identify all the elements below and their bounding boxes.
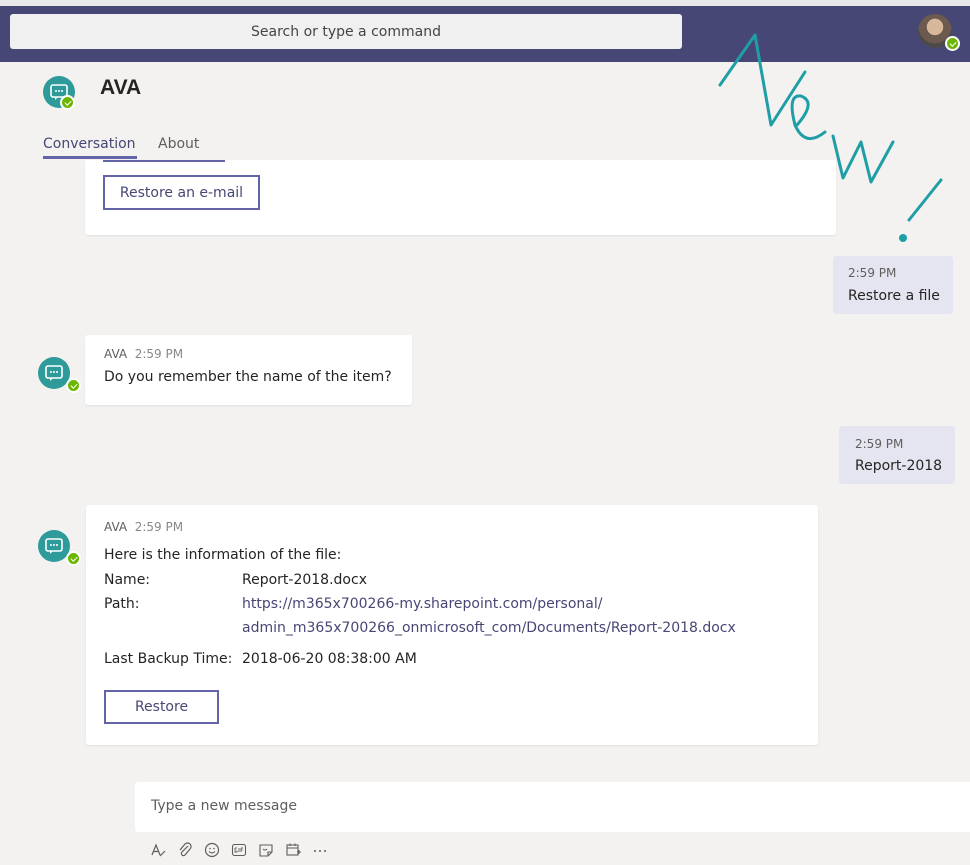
gif-icon[interactable] (231, 841, 247, 859)
meeting-icon[interactable] (285, 841, 301, 859)
search-placeholder: Search or type a command (251, 23, 441, 40)
sent-message: 2:59 PM Restore a file (833, 256, 953, 314)
compose-toolbar (150, 838, 328, 862)
last-backup-value: 2018-06-20 08:38:00 AM (242, 651, 417, 667)
bot-chat-icon (45, 365, 63, 381)
presence-available-icon (945, 36, 960, 51)
bot-chat-icon (45, 538, 63, 554)
message-timestamp: 2:59 PM (134, 347, 184, 361)
last-backup-label: Last Backup Time: (104, 651, 233, 667)
emoji-icon[interactable] (204, 841, 220, 859)
file-info-card: AVA 2:59 PM Here is the information of t… (86, 505, 818, 745)
message-timestamp: 2:59 PM (134, 520, 184, 534)
message-text: Restore a file (848, 288, 940, 304)
message-text: Report-2018 (855, 458, 943, 474)
sent-message: 2:59 PM Report-2018 (839, 426, 955, 484)
more-options-icon[interactable] (312, 841, 328, 859)
file-info-intro: Here is the information of the file: (104, 547, 342, 563)
message-meta: AVA 2:59 PM (104, 520, 183, 534)
message-input[interactable] (151, 798, 931, 814)
restore-email-button[interactable]: Restore an e-mail (103, 175, 260, 210)
compose-box (135, 782, 970, 832)
search-box[interactable]: Search or type a command (10, 14, 682, 49)
message-timestamp: 2:59 PM (848, 266, 897, 280)
bot-message: AVA 2:59 PM Do you remember the name of … (85, 335, 412, 405)
attach-icon[interactable] (177, 841, 193, 859)
name-label: Name: (104, 572, 151, 588)
restore-button[interactable]: Restore (104, 690, 219, 724)
chat-header: AVA Conversation About (0, 62, 970, 160)
message-meta: AVA 2:59 PM (104, 347, 183, 361)
message-text: Do you remember the name of the item? (104, 369, 392, 385)
previous-button-edge (103, 160, 225, 162)
chat-title: AVA (100, 76, 142, 99)
tab-conversation[interactable]: Conversation (43, 136, 136, 152)
active-tab-indicator (43, 156, 137, 159)
name-value: Report-2018.docx (242, 572, 367, 588)
tab-about[interactable]: About (158, 136, 199, 152)
message-sender: AVA (104, 520, 128, 534)
path-link[interactable]: admin_m365x700266_onmicrosoft_com/Docume… (242, 620, 736, 636)
message-timestamp: 2:59 PM (855, 437, 904, 451)
presence-available-icon (60, 95, 75, 110)
top-bar: Search or type a command (0, 0, 970, 62)
window-edge (0, 0, 970, 6)
path-link[interactable]: https://m365x700266-my.sharepoint.com/pe… (242, 596, 602, 612)
path-label: Path: (104, 596, 140, 612)
format-icon[interactable] (150, 841, 166, 859)
message-sender: AVA (104, 347, 128, 361)
sticker-icon[interactable] (258, 841, 274, 859)
previous-card: Restore an e-mail (85, 160, 836, 235)
presence-available-icon (66, 551, 81, 566)
presence-available-icon (66, 378, 81, 393)
